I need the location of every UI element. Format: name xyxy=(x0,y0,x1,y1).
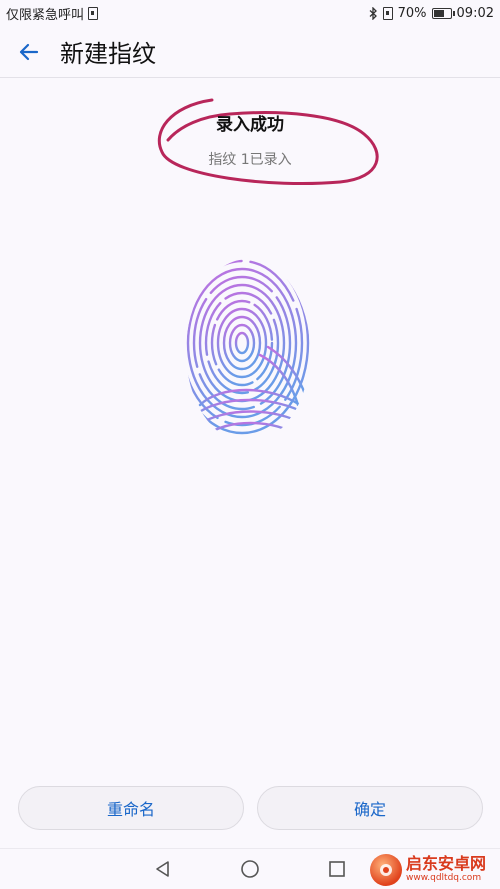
arrow-left-icon xyxy=(19,43,39,60)
battery-percent: 70% xyxy=(397,5,427,21)
sim-card-icon xyxy=(88,6,99,20)
bluetooth-icon xyxy=(369,6,377,20)
sim-card-icon xyxy=(382,6,393,20)
status-right: 70% 09:02 xyxy=(369,6,494,21)
nav-recent-button[interactable] xyxy=(325,857,349,881)
result-title: 录入成功 xyxy=(216,115,284,135)
watermark-logo xyxy=(370,853,402,886)
battery-icon xyxy=(431,7,455,19)
fingerprint-icon xyxy=(186,259,310,437)
carrier-text: 仅限紧急呼叫 xyxy=(6,7,85,23)
nav-back-button[interactable] xyxy=(151,857,175,881)
rename-button[interactable]: 重命名 xyxy=(18,786,244,830)
watermark-logo-icon xyxy=(380,863,392,876)
result-subtitle: 指纹 1已录入 xyxy=(208,152,292,168)
page-title: 新建指纹 xyxy=(60,40,156,68)
back-button[interactable] xyxy=(14,37,44,67)
clock: 09:02 xyxy=(456,5,494,21)
screen: 仅限紧急呼叫 70% 09:02 新建指纹 录入成功 指纹 1已录入 重命名 确… xyxy=(0,0,500,889)
triangle-back-icon xyxy=(156,861,169,877)
watermark-url: www.qdltdq.com xyxy=(406,873,482,883)
confirm-button[interactable]: 确定 xyxy=(257,786,483,830)
square-recent-icon xyxy=(329,861,345,877)
circle-home-icon xyxy=(241,860,259,878)
status-bar: 仅限紧急呼叫 70% 09:02 xyxy=(0,0,500,26)
watermark-name: 启东安卓网 xyxy=(406,854,487,873)
battery-fill xyxy=(433,9,444,17)
status-left: 仅限紧急呼叫 xyxy=(6,4,99,23)
nav-home-button[interactable] xyxy=(238,857,262,881)
watermark-text: 启东安卓网 www.qdltdq.com xyxy=(406,855,486,884)
result-block: 录入成功 指纹 1已录入 xyxy=(0,110,500,169)
watermark: 启东安卓网 www.qdltdq.com xyxy=(370,850,500,889)
app-header: 新建指纹 xyxy=(0,26,500,78)
